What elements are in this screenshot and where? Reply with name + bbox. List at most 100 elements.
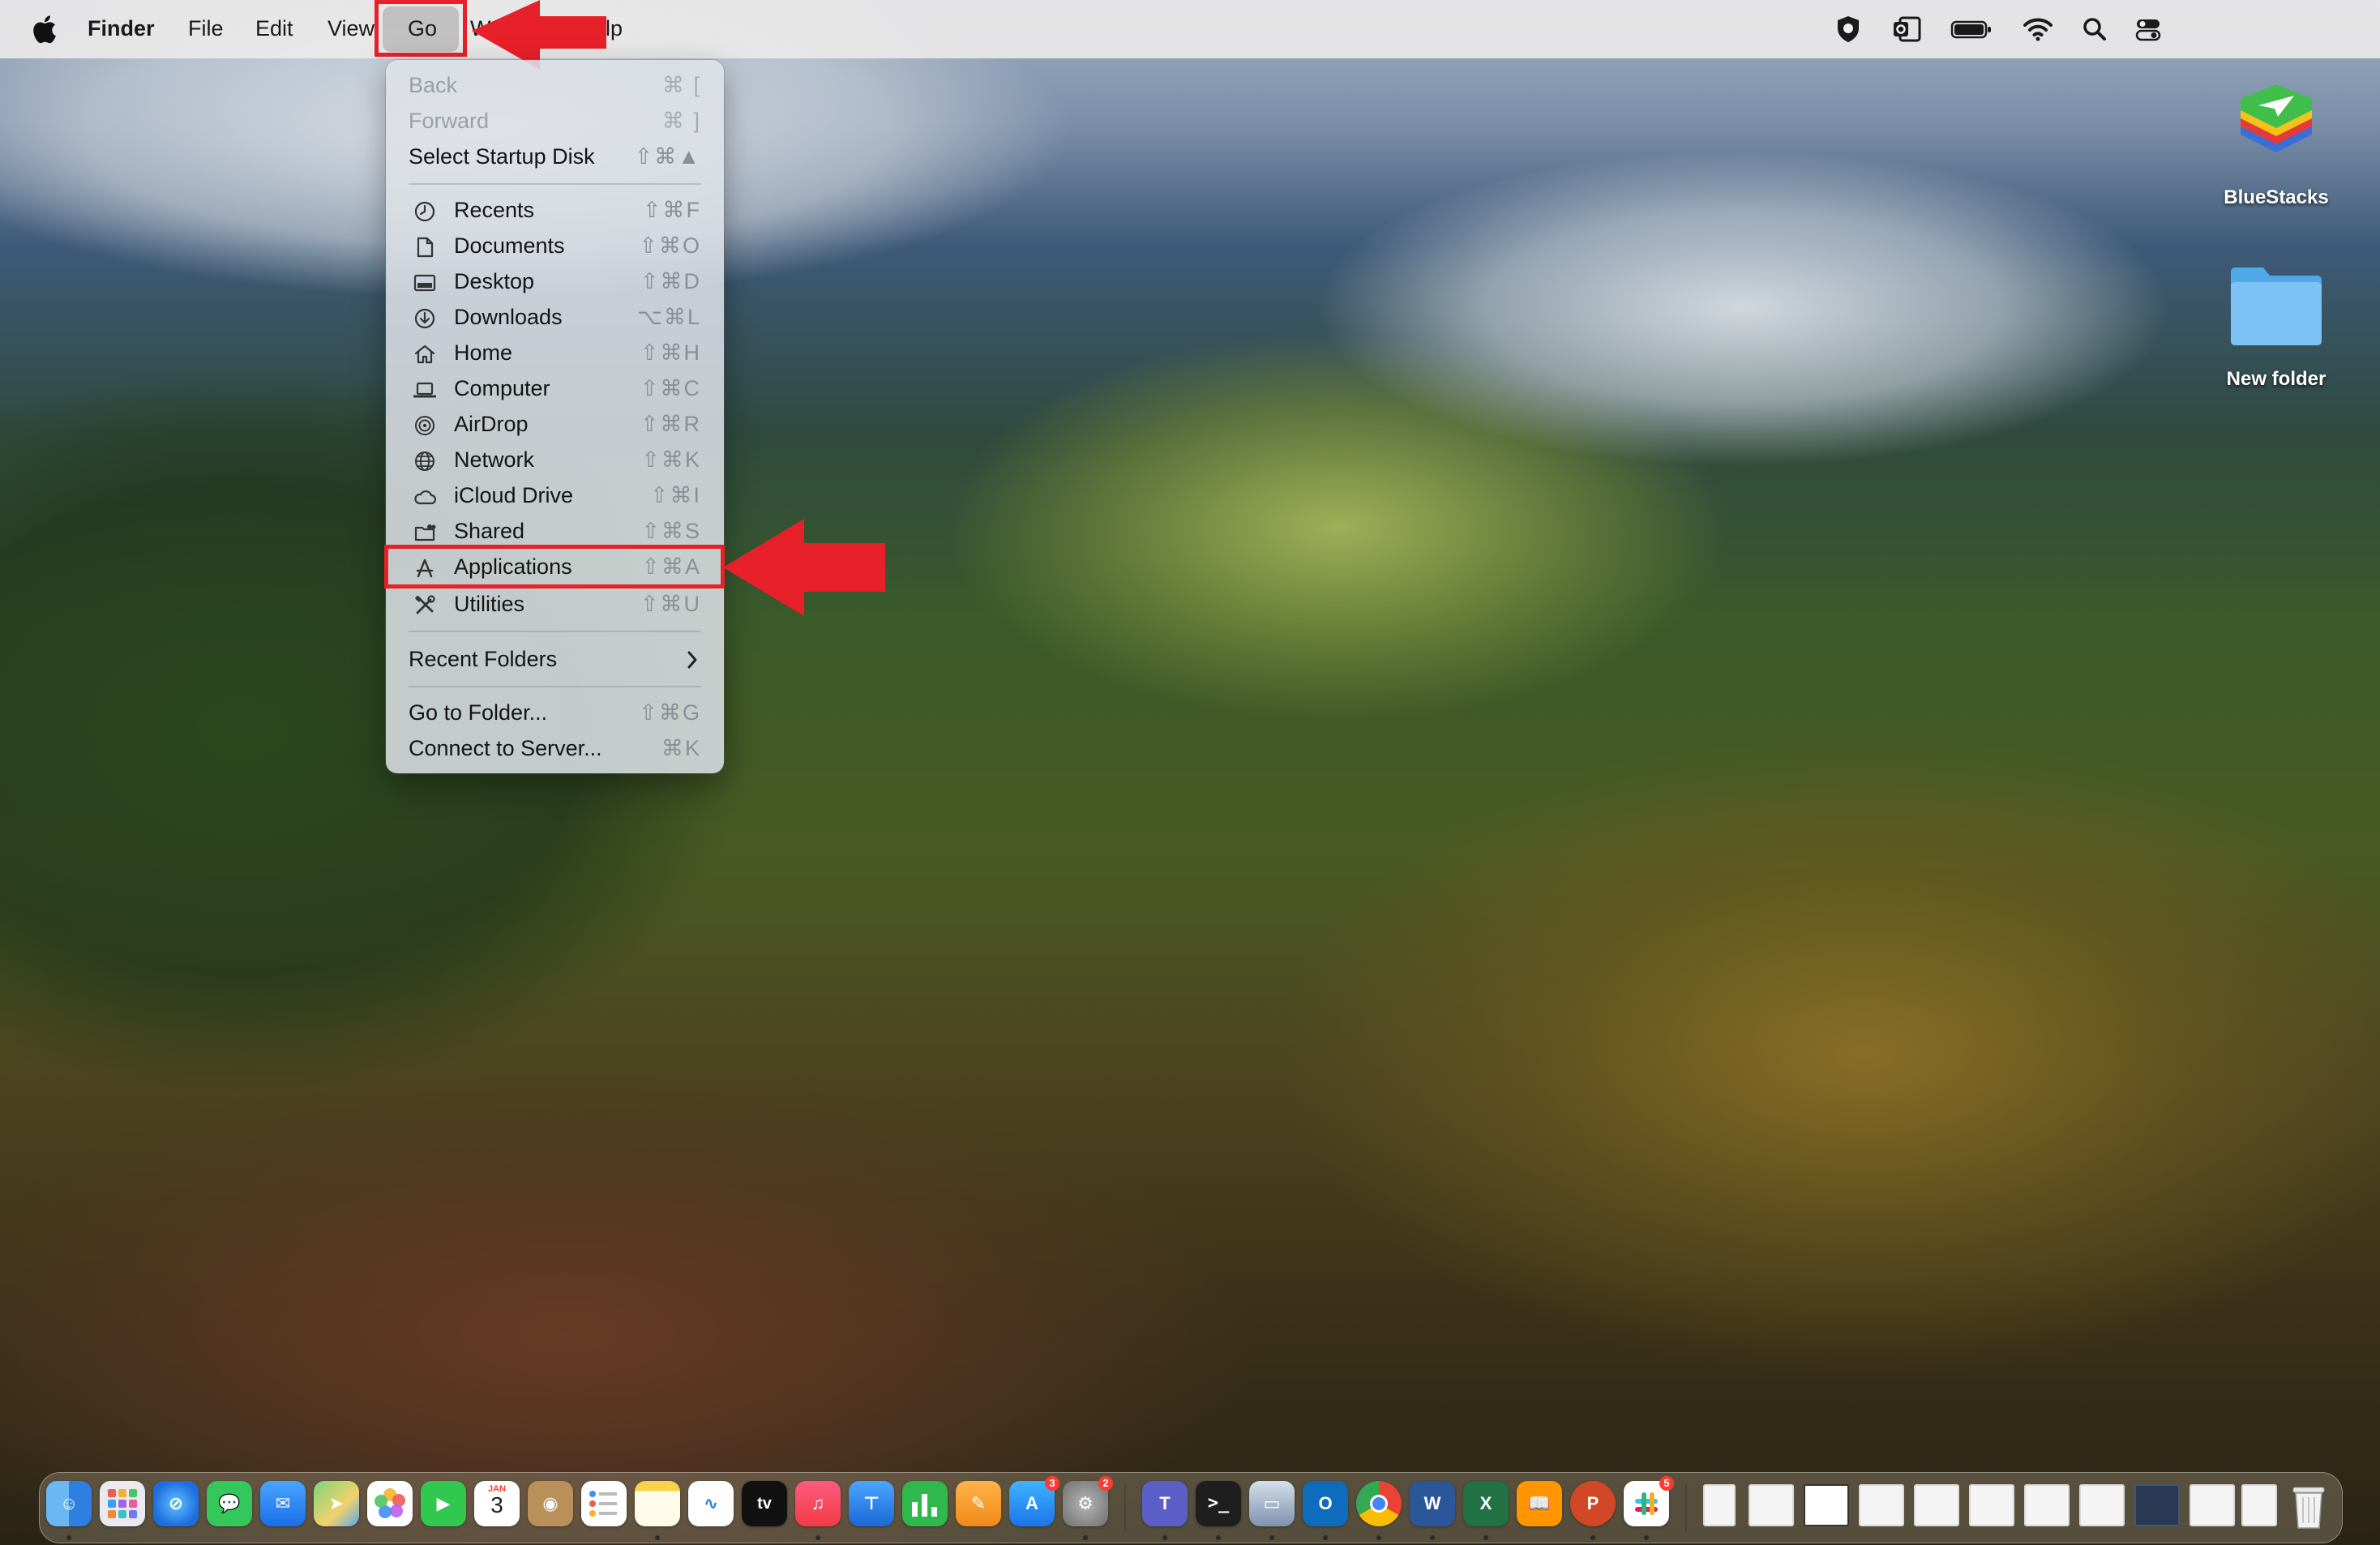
menu-item-shortcut: ⌘K [661,736,701,760]
menu-item-network[interactable]: Network ⇧⌘K [386,443,724,478]
dock-photos-icon[interactable] [367,1481,413,1526]
chevron-right-icon [687,651,697,669]
wifi-icon[interactable] [2022,13,2054,45]
edit-menu[interactable]: Edit [255,0,293,58]
airdrop-icon [415,416,434,435]
dock-chrome-icon[interactable] [1356,1481,1402,1526]
menu-item-shortcut: ⌥⌘L [636,305,701,329]
menu-item-shortcut: ⌘ ] [661,109,701,133]
menu-item-shortcut: ⌘ [ [661,73,701,97]
dock-reminders-icon[interactable] [581,1481,627,1526]
menu-separator [409,631,701,632]
dock-document-thumbnail[interactable] [2241,1484,2277,1526]
dock-outlook-icon[interactable]: O [1303,1481,1348,1526]
dock-calendar-icon[interactable]: JAN 3 [474,1481,520,1526]
dock-document-thumbnail[interactable] [2024,1484,2070,1526]
dock-word-icon[interactable]: W [1410,1481,1455,1526]
dock-launchpad-icon[interactable] [100,1481,145,1526]
dock: ☺ ⊘ 💬 ✉ ➤ ▶ JAN 3 ◉ ∿ tv ♫ ⊤ ✎ A 3 ⚙ 2 T… [39,1472,2343,1543]
menu-item-label: Forward [409,109,490,133]
chrome-center-dot [1370,1495,1388,1513]
dock-freeform-icon[interactable]: ∿ [688,1481,734,1526]
dock-music-icon[interactable]: ♫ [795,1481,841,1526]
go-menu-dropdown: Back ⌘ [ Forward ⌘ ] Select Startup Disk… [386,60,724,773]
menu-item-desktop[interactable]: Desktop ⇧⌘D [386,264,724,300]
view-menu[interactable]: View [327,0,375,58]
dock-remote-desktop-icon[interactable]: ▭ [1249,1481,1295,1526]
dock-document-thumbnail[interactable] [1969,1484,2014,1526]
folder-icon [2231,267,2322,345]
control-center-icon[interactable] [2132,13,2164,45]
dock-teams-icon[interactable]: T [1142,1481,1188,1526]
desktop-item-label: BlueStacks [2224,186,2329,208]
menu-item-home[interactable]: Home ⇧⌘H [386,336,724,371]
dock-trash-icon[interactable] [2288,1483,2329,1531]
dock-document-thumbnail[interactable] [1749,1484,1794,1526]
laptop-icon [413,382,436,398]
dock-document-thumbnail[interactable] [2079,1484,2125,1526]
dock-terminal-icon[interactable]: >_ [1196,1481,1241,1526]
file-menu[interactable]: File [188,0,224,58]
dock-books-icon[interactable]: 📖 [1517,1481,1562,1526]
spotlight-search-icon[interactable] [2078,13,2111,45]
menu-item-select-startup-disk[interactable]: Select Startup Disk ⇧⌘▲ [386,139,724,175]
dock-keynote-icon[interactable]: ⊤ [849,1481,894,1526]
dock-finder-icon[interactable]: ☺ [46,1481,92,1526]
menu-item-label: Desktop [454,269,535,293]
numbers-chart-icon [912,1494,937,1517]
outlook-status-icon[interactable] [1890,13,1923,45]
desktop-item-bluestacks[interactable]: BlueStacks [2195,81,2357,219]
dock-mail-icon[interactable]: ✉ [260,1481,306,1526]
apple-logo-icon[interactable] [31,15,57,44]
menu-item-utilities[interactable]: Utilities ⇧⌘U [386,587,724,623]
dock-messages-icon[interactable]: 💬 [207,1481,252,1526]
menu-item-label: Select Startup Disk [409,144,595,169]
dock-numbers-icon[interactable] [902,1481,948,1526]
launchpad-grid-icon [108,1489,137,1518]
desktop-item-new-folder[interactable]: New folder [2195,261,2357,399]
running-indicator [66,1535,71,1540]
dock-document-thumbnail[interactable] [1703,1484,1736,1526]
dock-appletv-icon[interactable]: tv [742,1481,787,1526]
dock-contacts-icon[interactable]: ◉ [528,1481,573,1526]
menu-item-forward[interactable]: Forward ⌘ ] [386,104,724,139]
menu-item-shortcut: ⇧⌘K [641,447,701,472]
running-indicator [1483,1535,1488,1540]
dock-document-thumbnail[interactable] [1914,1484,1959,1526]
menu-item-back[interactable]: Back ⌘ [ [386,68,724,104]
dock-notes-icon[interactable] [635,1481,680,1526]
menu-item-recents[interactable]: Recents ⇧⌘F [386,193,724,229]
menu-item-recent-folders[interactable]: Recent Folders [386,642,724,678]
menu-item-documents[interactable]: Documents ⇧⌘O [386,229,724,264]
menu-item-go-to-folder[interactable]: Go to Folder... ⇧⌘G [386,695,724,731]
menu-item-shortcut: ⇧⌘H [640,340,701,365]
menu-item-computer[interactable]: Computer ⇧⌘C [386,371,724,407]
menu-item-downloads[interactable]: Downloads ⌥⌘L [386,300,724,336]
running-indicator [1269,1535,1274,1540]
dock-document-thumbnail[interactable] [1804,1484,1849,1526]
menu-item-icloud-drive[interactable]: iCloud Drive ⇧⌘I [386,478,724,514]
dock-powerpoint-icon[interactable]: P [1570,1481,1616,1526]
dock-document-thumbnail[interactable] [1859,1484,1904,1526]
menu-item-airdrop[interactable]: AirDrop ⇧⌘R [386,407,724,443]
menu-item-shortcut: ⇧⌘C [640,376,701,400]
menu-item-label: AirDrop [454,412,529,436]
running-indicator [1430,1535,1435,1540]
finder-menu[interactable]: Finder [88,0,155,58]
menu-item-label: Go to Folder... [409,700,548,725]
vpn-shield-icon[interactable] [1832,13,1864,45]
slack-badge: 5 [1659,1476,1674,1491]
dock-maps-icon[interactable]: ➤ [314,1481,359,1526]
dock-excel-icon[interactable]: X [1463,1481,1509,1526]
battery-icon[interactable] [1950,13,1993,45]
dock-document-thumbnail[interactable] [2134,1484,2180,1526]
dock-safari-icon[interactable]: ⊘ [153,1481,199,1526]
running-indicator [1644,1535,1649,1540]
applications-annotation-box [384,545,725,588]
dock-facetime-icon[interactable]: ▶ [421,1481,466,1526]
calendar-day: 3 [490,1492,503,1517]
menu-item-connect-to-server[interactable]: Connect to Server... ⌘K [386,731,724,767]
dock-pages-icon[interactable]: ✎ [956,1481,1001,1526]
running-indicator [655,1535,660,1540]
dock-document-thumbnail[interactable] [2190,1484,2235,1526]
